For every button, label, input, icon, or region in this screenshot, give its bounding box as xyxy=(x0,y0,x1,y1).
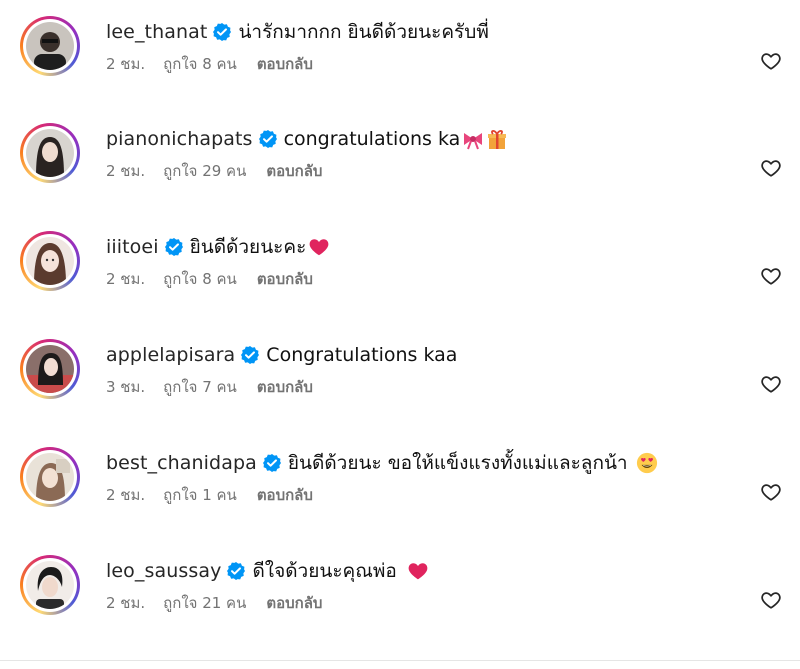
avatar xyxy=(26,22,74,70)
heart-outline-icon[interactable] xyxy=(760,50,782,72)
like-count[interactable]: ถูกใจ 29 คน xyxy=(163,159,246,183)
heart-outline-icon[interactable] xyxy=(760,481,782,503)
reply-button[interactable]: ตอบกลับ xyxy=(266,591,322,615)
comment-time[interactable]: 2 ชม. xyxy=(106,267,145,291)
comment-item: pianonichapats congratulations ka 2 ชม. … xyxy=(0,112,800,220)
comment-text: congratulations ka xyxy=(283,128,461,150)
avatar-story-ring[interactable] xyxy=(20,447,80,507)
comment-text: ยินดีด้วยนะคะ xyxy=(189,236,307,258)
like-count[interactable]: ถูกใจ 7 คน xyxy=(163,375,237,399)
verified-badge-icon xyxy=(258,129,278,149)
comment-list: lee_thanat น่ารักมากกก ยินดีด้วยนะครับพี… xyxy=(0,0,800,669)
comment-item: lee_thanat น่ารักมากกก ยินดีด้วยนะครับพี… xyxy=(0,5,800,113)
heart-outline-icon[interactable] xyxy=(760,157,782,179)
heart-eyes-emoji-icon xyxy=(636,452,658,474)
avatar-story-ring[interactable] xyxy=(20,16,80,76)
avatar-story-ring[interactable] xyxy=(20,555,80,615)
verified-badge-icon xyxy=(164,237,184,257)
ribbon-emoji-icon xyxy=(462,128,484,150)
comment-text: Congratulations kaa xyxy=(266,344,458,366)
comment-time[interactable]: 2 ชม. xyxy=(106,52,145,76)
comment-text: น่ารักมากกก ยินดีด้วยนะครับพี่ xyxy=(238,21,489,43)
reply-button[interactable]: ตอบกลับ xyxy=(257,267,313,291)
avatar-story-ring[interactable] xyxy=(20,231,80,291)
reply-button[interactable]: ตอบกลับ xyxy=(257,375,313,399)
verified-badge-icon xyxy=(262,453,282,473)
like-count[interactable]: ถูกใจ 8 คน xyxy=(163,52,237,76)
username[interactable]: iiitoei xyxy=(106,236,159,258)
like-count[interactable]: ถูกใจ 21 คน xyxy=(163,591,246,615)
username[interactable]: best_chanidapa xyxy=(106,452,257,474)
avatar xyxy=(26,237,74,285)
username[interactable]: pianonichapats xyxy=(106,128,253,150)
avatar-story-ring[interactable] xyxy=(20,339,80,399)
comment-item: iiitoei ยินดีด้วยนะคะ 2 ชม. ถูกใจ 8 คน ต… xyxy=(0,220,800,328)
red-heart-emoji-icon xyxy=(308,236,330,258)
comment-time[interactable]: 3 ชม. xyxy=(106,375,145,399)
like-count[interactable]: ถูกใจ 8 คน xyxy=(163,267,237,291)
comment-time[interactable]: 2 ชม. xyxy=(106,483,145,507)
avatar-story-ring[interactable] xyxy=(20,123,80,183)
username[interactable]: applelapisara xyxy=(106,344,235,366)
reply-button[interactable]: ตอบกลับ xyxy=(257,483,313,507)
divider xyxy=(0,660,800,661)
avatar xyxy=(26,453,74,501)
gift-emoji-icon xyxy=(486,128,508,150)
comment-time[interactable]: 2 ชม. xyxy=(106,591,145,615)
heart-outline-icon[interactable] xyxy=(760,589,782,611)
comment-item: applelapisara Congratulations kaa 3 ชม. … xyxy=(0,328,800,436)
heart-outline-icon[interactable] xyxy=(760,265,782,287)
verified-badge-icon xyxy=(226,561,246,581)
reply-button[interactable]: ตอบกลับ xyxy=(266,159,322,183)
verified-badge-icon xyxy=(240,345,260,365)
verified-badge-icon xyxy=(212,22,232,42)
like-count[interactable]: ถูกใจ 1 คน xyxy=(163,483,237,507)
comment-item: best_chanidapa ยินดีด้วยนะ ขอให้แข็งแรงท… xyxy=(0,436,800,544)
username[interactable]: lee_thanat xyxy=(106,21,207,43)
reply-button[interactable]: ตอบกลับ xyxy=(257,52,313,76)
avatar xyxy=(26,561,74,609)
avatar xyxy=(26,345,74,393)
comment-time[interactable]: 2 ชม. xyxy=(106,159,145,183)
avatar xyxy=(26,129,74,177)
heart-outline-icon[interactable] xyxy=(760,373,782,395)
comment-text: ยินดีด้วยนะ ขอให้แข็งแรงทั้งแม่และลูกน้า xyxy=(287,452,628,474)
username[interactable]: leo_saussay xyxy=(106,560,221,582)
comment-item: leo_saussay ดีใจด้วยนะคุณพ่อ 2 ชม. ถูกใจ… xyxy=(0,544,800,652)
comment-text: ดีใจด้วยนะคุณพ่อ xyxy=(252,560,397,582)
red-heart-emoji-icon xyxy=(407,560,429,582)
